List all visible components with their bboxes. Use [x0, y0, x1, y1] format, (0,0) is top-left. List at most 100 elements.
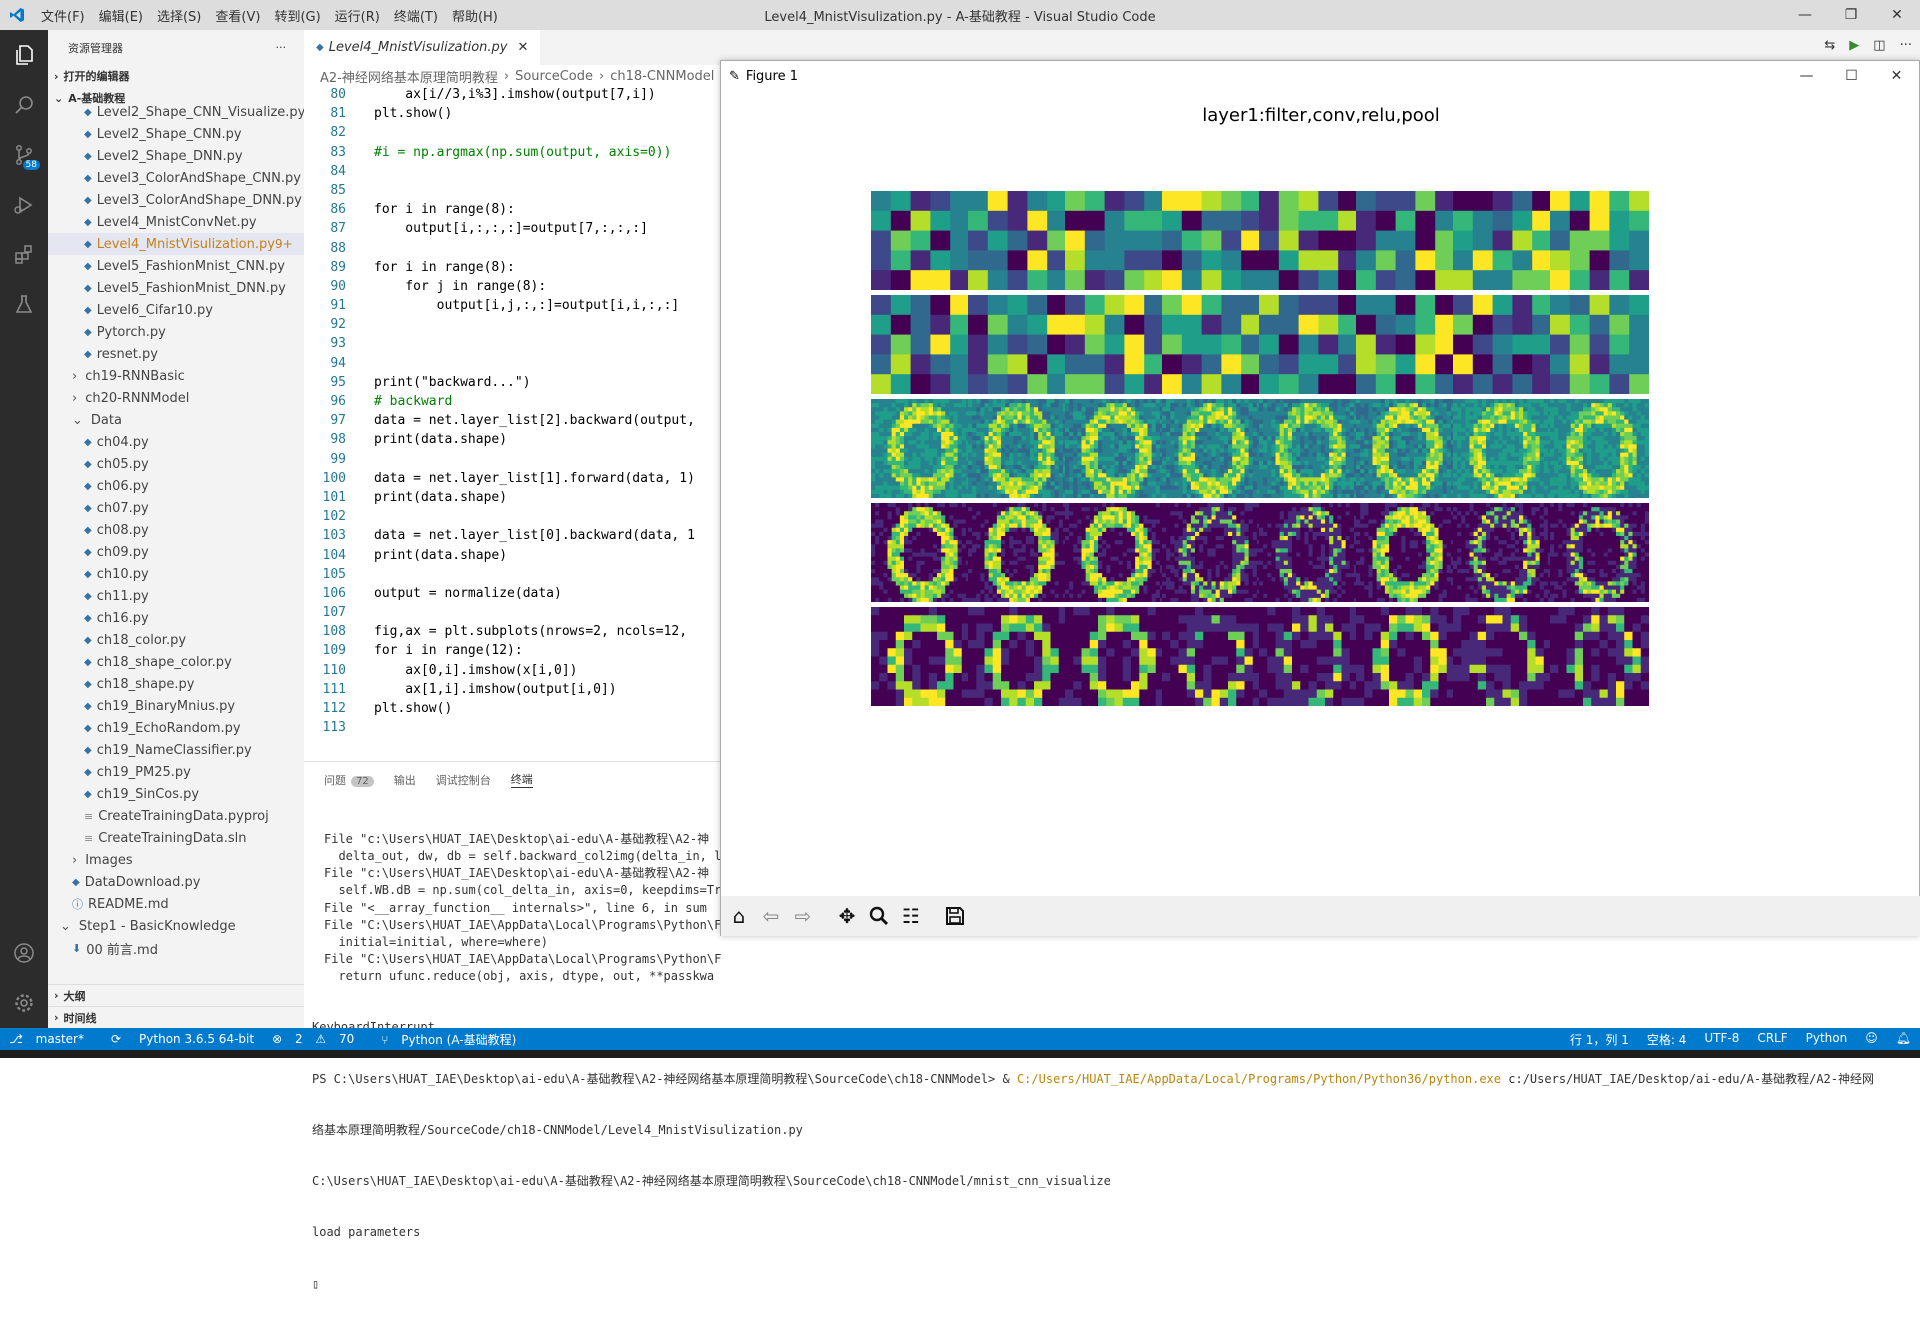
- language-mode[interactable]: Python: [1806, 1031, 1848, 1048]
- folder-item[interactable]: ›Images: [48, 849, 304, 871]
- minimize-icon[interactable]: —: [1782, 0, 1828, 30]
- file-item[interactable]: ◆ch04.py: [48, 431, 304, 453]
- menu-item[interactable]: 查看(V): [215, 10, 260, 25]
- file-item[interactable]: ◆resnet.py: [48, 343, 304, 365]
- forward-icon[interactable]: ⇨: [789, 902, 817, 930]
- file-item[interactable]: ◆ch07.py: [48, 497, 304, 519]
- zoom-icon[interactable]: [865, 902, 893, 930]
- python-env[interactable]: ⑂ Python (A-基础教程): [381, 1031, 525, 1048]
- menu-item[interactable]: 选择(S): [157, 10, 201, 25]
- file-item[interactable]: ⬇01 第一步 - 概论与基本概念.md: [48, 959, 304, 961]
- close-icon[interactable]: ✕: [1874, 0, 1920, 30]
- run-debug-icon[interactable]: [0, 180, 48, 230]
- breadcrumb-item[interactable]: SourceCode: [515, 69, 593, 84]
- file-item[interactable]: ◆Level3_ColorAndShape_DNN.py: [48, 189, 304, 211]
- file-item[interactable]: ◆Level2_Shape_DNN.py: [48, 145, 304, 167]
- settings-gear-icon[interactable]: [0, 978, 48, 1028]
- menu-item[interactable]: 转到(G): [274, 10, 320, 25]
- file-item[interactable]: ◆ch19_NameClassifier.py: [48, 739, 304, 761]
- file-tree-label: Level3_ColorAndShape_DNN.py: [97, 193, 302, 208]
- editor-tab[interactable]: ◆ Level4_MnistVisulization.py ✕: [304, 30, 540, 65]
- notifications-icon[interactable]: 🔔︎: [1896, 1031, 1911, 1048]
- file-item[interactable]: ◆ch10.py: [48, 563, 304, 585]
- file-item[interactable]: ≡CreateTrainingData.sln: [48, 827, 304, 849]
- file-item[interactable]: ◆ch18_shape.py: [48, 673, 304, 695]
- sync-icon[interactable]: ⟳: [111, 1032, 121, 1046]
- timeline-section[interactable]: › 时间线: [48, 1006, 304, 1028]
- file-item[interactable]: ◆Level3_ColorAndShape_CNN.py: [48, 167, 304, 189]
- menu-item[interactable]: 编辑(E): [99, 10, 143, 25]
- line-ending[interactable]: CRLF: [1757, 1031, 1787, 1048]
- cursor-position[interactable]: 行 1，列 1: [1570, 1031, 1629, 1048]
- indentation[interactable]: 空格: 4: [1647, 1031, 1687, 1048]
- tab-close-icon[interactable]: ✕: [517, 40, 528, 55]
- more-actions-icon[interactable]: ···: [276, 41, 287, 54]
- file-item[interactable]: ⬇00 前言.md: [48, 937, 304, 959]
- tab-output[interactable]: 输出: [394, 772, 416, 788]
- file-item[interactable]: ◆DataDownload.py: [48, 871, 304, 893]
- split-editor-icon[interactable]: ◫: [1873, 38, 1885, 53]
- file-item[interactable]: ◆Level6_Cifar10.py: [48, 299, 304, 321]
- compare-icon[interactable]: ⇆: [1824, 38, 1835, 53]
- file-item[interactable]: ◆ch18_color.py: [48, 629, 304, 651]
- pan-icon[interactable]: ✥: [833, 902, 861, 930]
- branch-status[interactable]: ⎇ master*: [9, 1032, 93, 1046]
- file-item[interactable]: ◆ch08.py: [48, 519, 304, 541]
- file-item[interactable]: ◆Level2_Shape_CNN.py: [48, 123, 304, 145]
- file-item[interactable]: ◆ch16.py: [48, 607, 304, 629]
- search-icon[interactable]: [0, 80, 48, 130]
- file-item[interactable]: ◆Pytorch.py: [48, 321, 304, 343]
- extensions-icon[interactable]: [0, 230, 48, 280]
- menu-item[interactable]: 文件(F): [41, 10, 85, 25]
- folder-item[interactable]: ⌄Step1 - BasicKnowledge: [48, 915, 304, 937]
- source-control-icon[interactable]: 58: [0, 130, 48, 180]
- file-item[interactable]: ◆Level4_MnistVisulization.py9+: [48, 233, 304, 255]
- file-item[interactable]: ◆ch19_PM25.py: [48, 761, 304, 783]
- account-icon[interactable]: [0, 928, 48, 978]
- info-file-icon: ⓘ: [72, 896, 83, 912]
- file-item[interactable]: ≡CreateTrainingData.pyproj: [48, 805, 304, 827]
- folder-item[interactable]: ›ch20-RNNModel: [48, 387, 304, 409]
- breadcrumb-item[interactable]: A2-神经网络基本原理简明教程: [320, 67, 498, 86]
- configure-icon[interactable]: ☷: [897, 902, 925, 930]
- problems-status[interactable]: ⊗ 2 ⚠ 70: [272, 1032, 363, 1046]
- outline-section[interactable]: › 大纲: [48, 984, 304, 1006]
- file-item[interactable]: ◆ch19_EchoRandom.py: [48, 717, 304, 739]
- file-item[interactable]: ⓘREADME.md: [48, 893, 304, 915]
- menu-item[interactable]: 帮助(H): [452, 10, 498, 25]
- home-icon[interactable]: ⌂: [725, 902, 753, 930]
- menu-item[interactable]: 运行(R): [335, 10, 380, 25]
- file-item[interactable]: ◆ch18_shape_color.py: [48, 651, 304, 673]
- file-item[interactable]: ◆Level5_FashionMnist_CNN.py: [48, 255, 304, 277]
- file-item[interactable]: ◆ch05.py: [48, 453, 304, 475]
- menu-item[interactable]: 终端(T): [394, 10, 438, 25]
- explorer-icon[interactable]: [0, 30, 48, 80]
- minimize-icon[interactable]: —: [1784, 61, 1829, 91]
- file-item[interactable]: ◆ch19_SinCos.py: [48, 783, 304, 805]
- file-item[interactable]: ◆ch09.py: [48, 541, 304, 563]
- tab-terminal[interactable]: 终端: [511, 771, 533, 788]
- tab-problems[interactable]: 问题72: [324, 772, 374, 788]
- file-item[interactable]: ◆ch06.py: [48, 475, 304, 497]
- file-item[interactable]: ◆Level5_FashionMnist_DNN.py: [48, 277, 304, 299]
- run-icon[interactable]: ▶: [1849, 38, 1859, 53]
- encoding[interactable]: UTF-8: [1704, 1031, 1739, 1048]
- back-icon[interactable]: ⇦: [757, 902, 785, 930]
- restore-icon[interactable]: ❐: [1828, 0, 1874, 30]
- breadcrumb-item[interactable]: ch18-CNNModel: [610, 69, 714, 84]
- maximize-icon[interactable]: ☐: [1829, 61, 1874, 91]
- close-icon[interactable]: ✕: [1874, 61, 1919, 91]
- folder-item[interactable]: ⌄Data: [48, 409, 304, 431]
- file-item[interactable]: ◆ch11.py: [48, 585, 304, 607]
- more-actions-icon[interactable]: ···: [1900, 38, 1912, 53]
- feedback-icon[interactable]: ☺: [1865, 1031, 1878, 1048]
- test-icon[interactable]: [0, 280, 48, 330]
- code-editor[interactable]: 80 ax[i//3,i%3].imshow(output[7,i])81plt…: [304, 87, 724, 747]
- open-editors-section[interactable]: › 打开的编辑器: [48, 65, 304, 87]
- tab-debug-console[interactable]: 调试控制台: [436, 772, 491, 788]
- python-interpreter[interactable]: Python 3.6.5 64-bit: [139, 1032, 254, 1046]
- file-item[interactable]: ◆ch19_BinaryMnius.py: [48, 695, 304, 717]
- file-item[interactable]: ◆Level4_MnistConvNet.py: [48, 211, 304, 233]
- save-icon[interactable]: [941, 902, 969, 930]
- folder-item[interactable]: ›ch19-RNNBasic: [48, 365, 304, 387]
